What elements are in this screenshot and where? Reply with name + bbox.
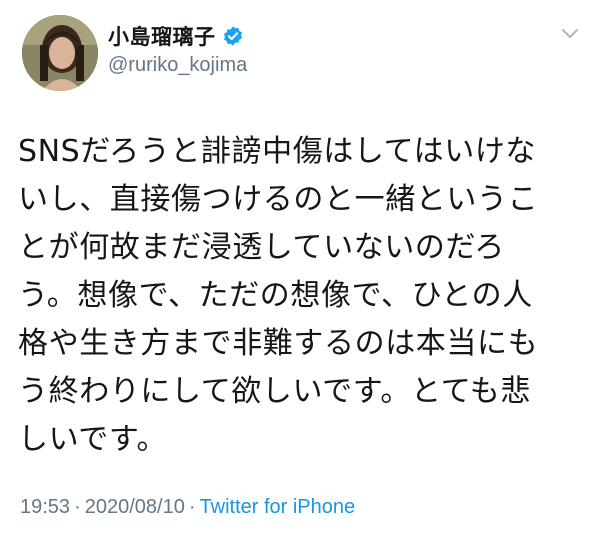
tweet-text-line: う。想像で、ただの想像で、ひとの人: [18, 278, 533, 313]
chevron-down-icon: [562, 29, 578, 38]
tweet-text-line: う終わりにして欲しいです。とても悲: [18, 374, 531, 409]
tweet-date[interactable]: 2020/08/10: [85, 496, 185, 518]
avatar-photo-icon: [22, 15, 98, 91]
tweet-meta: 19:53 · 2020/08/10 · Twitter for iPhone: [20, 496, 355, 519]
username[interactable]: @ruriko_kojima: [108, 54, 488, 77]
tweet-text: SNSだろうと誹謗中傷はしてはいけな いし、直接傷つけるのと一緒というこ とが何…: [18, 128, 584, 464]
verified-badge-icon: [222, 25, 244, 47]
display-name[interactable]: 小島瑠璃子: [108, 21, 216, 51]
meta-separator: ·: [188, 496, 196, 518]
tweet-card: 小島瑠璃子 @ruriko_kojima SNSだろうと誹謗中傷はしてはいけな …: [0, 0, 600, 535]
tweet-text-line: とが何故まだ浸透していないのだろ: [18, 230, 505, 265]
tweet-source-link[interactable]: Twitter for iPhone: [200, 496, 356, 518]
user-block: 小島瑠璃子 @ruriko_kojima: [108, 22, 488, 77]
tweet-text-line: しいです。: [18, 422, 168, 457]
tweet-time[interactable]: 19:53: [20, 496, 70, 518]
tweet-text-line: いし、直接傷つけるのと一緒というこ: [18, 182, 539, 217]
tweet-text-line: 格や生き方まで非難するのは本当にも: [18, 326, 539, 361]
tweet-menu-button[interactable]: [558, 22, 582, 46]
tweet-text-line: SNSだろうと誹謗中傷はしてはいけな: [18, 134, 537, 169]
avatar[interactable]: [22, 15, 98, 91]
meta-separator: ·: [74, 496, 81, 518]
name-row: 小島瑠璃子: [108, 22, 488, 50]
